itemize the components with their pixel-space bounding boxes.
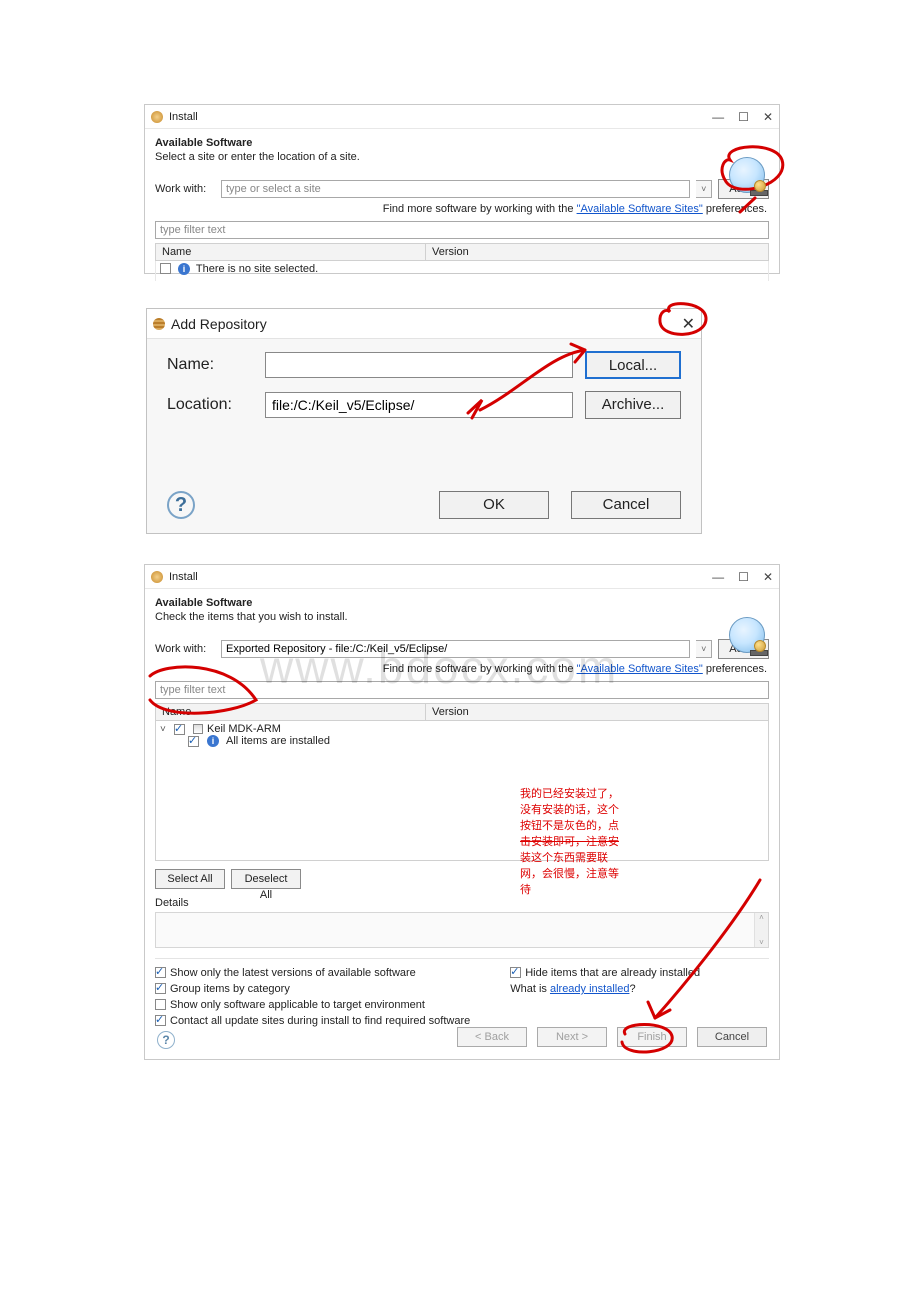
window-title: Install [169, 111, 198, 123]
tree-parent-label: Keil MDK-ARM [207, 723, 281, 735]
category-icon [193, 724, 203, 734]
globe-icon [729, 157, 765, 193]
available-sites-link[interactable]: "Available Software Sites" [577, 203, 703, 215]
help-icon[interactable]: ? [167, 491, 195, 519]
already-installed-line: What is already installed? [510, 983, 700, 995]
add-repository-dialog: Add Repository ✕ Name: Local... Location… [146, 308, 702, 534]
options-area: Show only the latest versions of availab… [155, 958, 769, 1027]
details-label: Details [155, 897, 769, 909]
section-heading: Available Software [155, 137, 769, 149]
cancel-button[interactable]: Cancel [571, 491, 681, 519]
location-input[interactable] [265, 392, 573, 418]
close-button[interactable]: ✕ [763, 570, 773, 584]
details-box: ˄˅ [155, 912, 769, 948]
tree-parent-row[interactable]: ˅ Keil MDK-ARM [160, 723, 764, 735]
opt-latest[interactable]: Show only the latest versions of availab… [155, 967, 470, 979]
software-tree: ˅ Keil MDK-ARM i All items are installed [155, 721, 769, 861]
maximize-button[interactable]: ☐ [738, 570, 749, 584]
location-label: Location: [167, 396, 253, 414]
help-icon[interactable]: ? [157, 1031, 175, 1049]
software-table-body: i There is no site selected. [155, 261, 769, 281]
name-input[interactable] [265, 352, 573, 378]
opt-target[interactable]: Show only software applicable to target … [155, 999, 470, 1011]
col-name[interactable]: Name [156, 244, 426, 260]
cancel-button[interactable]: Cancel [697, 1027, 767, 1047]
already-installed-link[interactable]: already installed [550, 983, 630, 995]
work-with-input[interactable] [221, 640, 690, 658]
window-title: Install [169, 571, 198, 583]
section-heading: Available Software [155, 597, 769, 609]
col-version[interactable]: Version [426, 244, 768, 260]
opt-group[interactable]: Group items by category [155, 983, 470, 995]
ok-button[interactable]: OK [439, 491, 549, 519]
opt-contact[interactable]: Contact all update sites during install … [155, 1015, 470, 1027]
app-icon [151, 571, 163, 583]
local-button[interactable]: Local... [585, 351, 681, 379]
work-with-label: Work with: [155, 183, 215, 195]
tree-child-row[interactable]: i All items are installed [160, 735, 764, 747]
available-sites-link[interactable]: "Available Software Sites" [577, 663, 703, 675]
parent-checkbox[interactable] [174, 724, 185, 735]
minimize-button[interactable]: — [712, 110, 724, 124]
repo-icon [153, 318, 165, 330]
section-subtext: Select a site or enter the location of a… [155, 151, 769, 163]
window-title: Add Repository [171, 316, 267, 332]
find-more-line: Find more software by working with the "… [145, 663, 767, 675]
app-icon [151, 111, 163, 123]
filter-text-input[interactable] [155, 681, 769, 699]
work-with-dropdown-button[interactable]: ˅ [696, 640, 712, 658]
name-label: Name: [167, 356, 253, 374]
finish-button[interactable]: Finish [617, 1027, 687, 1047]
find-more-line: Find more software by working with the "… [145, 203, 767, 215]
details-scrollbar[interactable]: ˄˅ [754, 913, 768, 947]
install-dialog-2: Install — ☐ ✕ Available Software Check t… [144, 564, 780, 1060]
next-button[interactable]: Next > [537, 1027, 607, 1047]
work-with-label: Work with: [155, 643, 215, 655]
tree-child-label: All items are installed [226, 735, 330, 747]
info-icon: i [207, 735, 219, 747]
annotation-note: 我的已经安装过了， 没有安装的话，这个 按钮不是灰色的，点 击安装即可，注意安 … [520, 786, 630, 898]
chevron-down-icon[interactable]: ˅ [160, 724, 170, 735]
titlebar: Install — ☐ ✕ [145, 105, 779, 129]
info-icon: i [178, 263, 190, 275]
opt-hide[interactable]: Hide items that are already installed [510, 967, 700, 979]
work-with-input[interactable] [221, 180, 690, 198]
close-button[interactable]: ✕ [763, 110, 773, 124]
close-button[interactable]: ✕ [682, 314, 695, 334]
software-table-header: Name Version [155, 703, 769, 721]
maximize-button[interactable]: ☐ [738, 110, 749, 124]
globe-icon [729, 617, 765, 653]
no-site-row: There is no site selected. [196, 263, 318, 275]
archive-button[interactable]: Archive... [585, 391, 681, 419]
section-subtext: Check the items that you wish to install… [155, 611, 769, 623]
minimize-button[interactable]: — [712, 570, 724, 584]
filter-text-input[interactable] [155, 221, 769, 239]
select-all-button[interactable]: Select All [155, 869, 225, 889]
child-checkbox[interactable] [188, 736, 199, 747]
back-button[interactable]: < Back [457, 1027, 527, 1047]
col-name[interactable]: Name [156, 704, 426, 720]
install-dialog-1: Install — ☐ ✕ Available Software Select … [144, 104, 780, 274]
software-table-header: Name Version [155, 243, 769, 261]
col-version[interactable]: Version [426, 704, 768, 720]
deselect-all-button[interactable]: Deselect All [231, 869, 301, 889]
work-with-dropdown-button[interactable]: ˅ [696, 180, 712, 198]
row-checkbox[interactable] [160, 263, 171, 274]
